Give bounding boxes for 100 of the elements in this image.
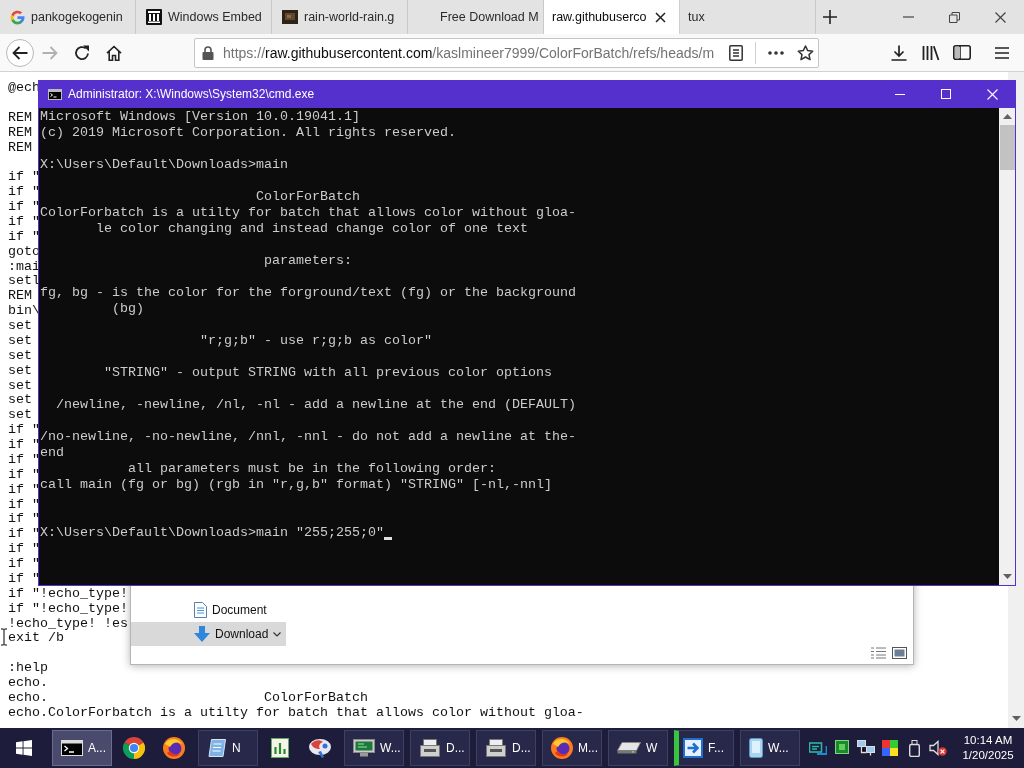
- chart-document-icon: [271, 738, 289, 758]
- taskbar-button[interactable]: W: [608, 730, 668, 766]
- browser-tab[interactable]: raw.githubuserco: [544, 0, 680, 34]
- color-grid-icon[interactable]: [882, 739, 898, 756]
- square-icon[interactable]: [835, 739, 849, 754]
- maximize-icon[interactable]: [941, 89, 951, 99]
- network-icon[interactable]: [857, 739, 875, 756]
- console-line: "r;g;b" - use r;g;b as color": [198, 333, 432, 349]
- console-line: call main (fg or bg) (rgb in "r,g,b" format) "STRING" [-nl,-nnl]: [40, 477, 552, 493]
- console-line: /newline, -newline, /nl, -nl - add a newline at the end (DEFAULT): [55, 397, 576, 413]
- monitor-icon: [353, 739, 375, 757]
- code-line: REM: [8, 289, 32, 305]
- reload-icon[interactable]: [74, 44, 90, 61]
- document-icon: [194, 602, 207, 618]
- code-line: if ": [8, 229, 40, 245]
- reader-view-icon[interactable]: [729, 44, 743, 61]
- code-line: set: [8, 319, 32, 334]
- code-line: !echo_type! !es: [8, 616, 128, 632]
- sidebar-icon[interactable]: [953, 45, 971, 60]
- scrollbar-thumb[interactable]: [999, 125, 1015, 170]
- close-tab-icon[interactable]: [655, 11, 666, 23]
- large-icons-view-icon[interactable]: [892, 647, 907, 659]
- palette-icon: [308, 738, 332, 758]
- code-line: if ": [8, 467, 40, 483]
- taskbar-button[interactable]: A...: [52, 730, 112, 766]
- console-line: le color changing and instead change color of one text: [95, 221, 528, 237]
- details-view-icon[interactable]: [871, 647, 886, 659]
- download-icon[interactable]: [891, 44, 907, 61]
- device-icon: [485, 739, 507, 757]
- chevron-down-icon[interactable]: [273, 631, 282, 637]
- drive-icon: [617, 742, 641, 754]
- console-line: /no-newline, -no-newline, /nnl, -nnl - do not add a newline at the-: [40, 429, 576, 445]
- home-icon[interactable]: [106, 44, 122, 61]
- code-line: if ": [8, 557, 40, 572]
- scroll-up-icon[interactable]: [1002, 114, 1012, 119]
- download-arrow-icon: [194, 626, 210, 642]
- code-line: if "!echo_type!: [8, 586, 128, 602]
- windows-logo-icon[interactable]: [16, 740, 32, 756]
- back-button[interactable]: [6, 38, 34, 67]
- device-icon: [419, 739, 441, 757]
- code-line: set: [8, 348, 32, 364]
- scroll-down-icon[interactable]: [1002, 574, 1012, 579]
- code-line: :help: [8, 661, 48, 676]
- taskbar-button[interactable]: F...: [674, 730, 734, 766]
- lock-icon: [202, 45, 214, 60]
- nav-item[interactable]: Download: [131, 622, 286, 646]
- image-thumbnail-icon: [282, 10, 298, 24]
- console-line: ColorForbatch is a utilty for batch that allows color without gloa-: [40, 205, 576, 221]
- scrollbar[interactable]: [999, 108, 1015, 585]
- console-line: "STRING" - output STRING with all previous color options: [103, 365, 552, 381]
- console-line: X:\Users\Default\Downloads>main "255;255;0": [40, 525, 384, 541]
- i-beam-cursor-icon: [0, 628, 8, 646]
- taskbar-button[interactable]: D...: [476, 730, 536, 766]
- code-line: REM: [8, 110, 32, 126]
- window-pane-icon: [749, 738, 763, 758]
- taskbar-button[interactable]: W...: [344, 730, 404, 766]
- menu-icon[interactable]: [995, 46, 1009, 59]
- code-line: if ": [8, 571, 40, 587]
- taskbar-button[interactable]: D...: [410, 730, 470, 766]
- speaker-muted-icon[interactable]: [929, 739, 947, 756]
- back-arrow-icon: [12, 45, 28, 60]
- console-line: ColorForBatch: [254, 189, 360, 205]
- code-line: set: [8, 408, 32, 424]
- terminal-icon: [48, 88, 62, 100]
- console-line: (bg): [110, 301, 144, 317]
- taskbar-button[interactable]: N: [198, 730, 258, 766]
- more-icon[interactable]: [768, 50, 784, 55]
- code-line: if ": [8, 170, 40, 186]
- code-line: set: [8, 333, 32, 349]
- console-line: Microsoft Windows [Version 10.0.19041.1]: [40, 109, 360, 125]
- close-icon[interactable]: [994, 11, 1006, 23]
- code-line: if ": [8, 438, 40, 453]
- scroll-down-icon[interactable]: [1011, 716, 1021, 721]
- g-logo-icon: [10, 9, 25, 25]
- sync-icon[interactable]: [809, 739, 827, 756]
- terminal-icon: [61, 740, 83, 756]
- code-line: if ": [8, 527, 40, 543]
- taskbar-button[interactable]: M...: [542, 730, 602, 766]
- address-bar[interactable]: https://raw.githubusercontent.com/kaslmineer7999/ColorForBatch/refs/heads/m: [194, 37, 819, 68]
- pillars-icon: [146, 9, 162, 25]
- clock-time: 10:14 AM: [963, 733, 1013, 748]
- code-line: if ": [8, 482, 40, 498]
- app-tile-icon: [683, 738, 703, 758]
- console-line: fg, bg - is the color for the forground/text (fg) or the background: [40, 285, 576, 301]
- code-line: if ": [8, 200, 40, 215]
- bookmark-star-icon[interactable]: [797, 44, 814, 61]
- code-line: :mai: [8, 259, 40, 275]
- notepad-icon: [207, 738, 227, 758]
- taskbar-button[interactable]: W...: [740, 730, 800, 766]
- new-tab-icon[interactable]: [823, 10, 837, 24]
- console-line: X:\Users\Default\Downloads>main: [40, 157, 288, 173]
- tricolor-circle-icon: [123, 737, 145, 759]
- restore-icon[interactable]: [948, 11, 960, 23]
- console-line: (c) 2019 Microsoft Corporation. All rights reserved.: [40, 125, 456, 141]
- nav-item[interactable]: Document: [131, 598, 286, 622]
- code-line: if ": [8, 497, 40, 513]
- library-icon[interactable]: [922, 44, 940, 61]
- code-line: set: [8, 378, 32, 394]
- minimize-icon[interactable]: [895, 93, 905, 95]
- usb-drive-icon[interactable]: [908, 739, 920, 757]
